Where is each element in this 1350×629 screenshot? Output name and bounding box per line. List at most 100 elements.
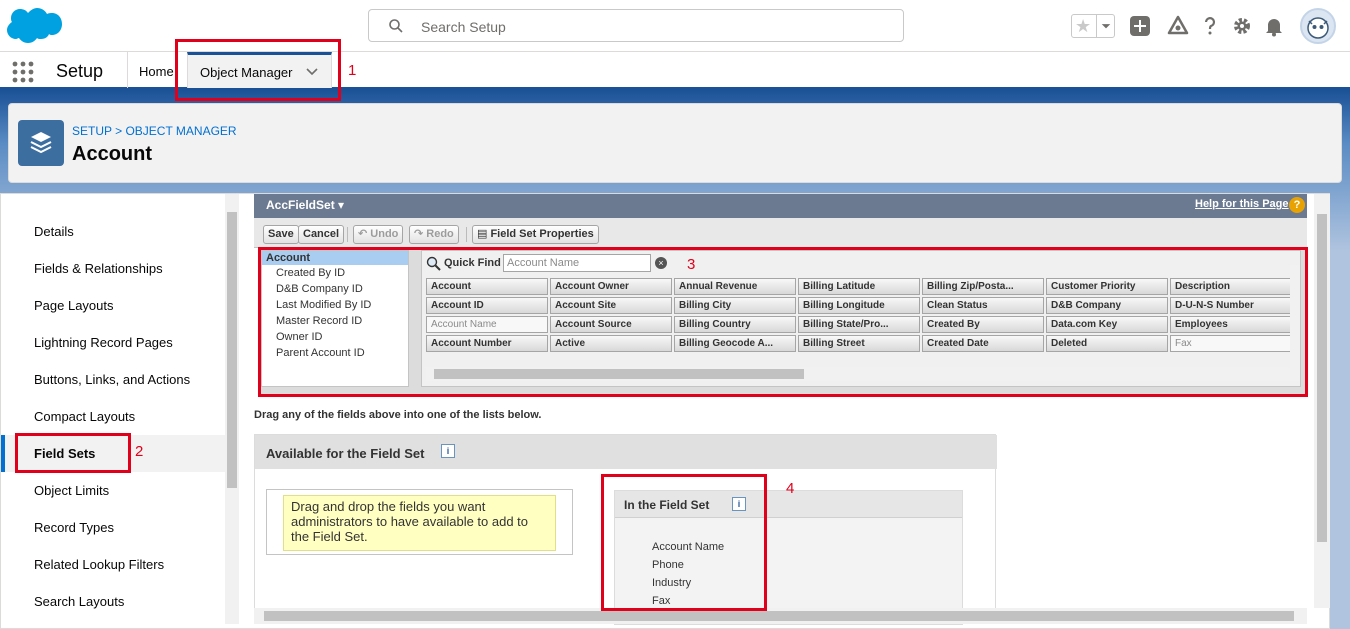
avatar[interactable] bbox=[1300, 8, 1336, 44]
field-grid-button[interactable]: Billing Zip/Posta... bbox=[922, 278, 1044, 295]
sidebar-item-search-layouts[interactable]: Search Layouts bbox=[1, 583, 225, 620]
tree-root-account[interactable]: Account bbox=[262, 251, 408, 265]
field-grid-button[interactable]: Billing Street bbox=[798, 335, 920, 352]
sidebar-item-buttons-links-actions[interactable]: Buttons, Links, and Actions bbox=[1, 361, 225, 398]
help-link[interactable]: Help for this Page bbox=[1195, 198, 1289, 210]
field-set-item[interactable]: Phone bbox=[652, 559, 684, 571]
gear-icon[interactable] bbox=[1231, 15, 1253, 37]
field-grid-button[interactable]: Billing Country bbox=[674, 316, 796, 333]
field-set-title-bar: AccFieldSet ▾ Help for this Page ? bbox=[254, 194, 1307, 218]
astro-avatar-icon bbox=[1307, 17, 1329, 39]
field-grid-button[interactable]: Employees bbox=[1170, 316, 1292, 333]
field-grid-button[interactable]: Account Number bbox=[426, 335, 548, 352]
tree-item[interactable]: D&B Company ID bbox=[262, 281, 408, 297]
tree-item[interactable]: Owner ID bbox=[262, 329, 408, 345]
redo-button[interactable]: ↷ Redo bbox=[409, 225, 459, 244]
content-horizontal-scrollbar[interactable] bbox=[254, 608, 1307, 624]
tree-item[interactable]: Created By ID bbox=[262, 265, 408, 281]
field-grid-button[interactable]: Clean Status bbox=[922, 297, 1044, 314]
help-question-icon[interactable]: ? bbox=[1289, 197, 1305, 213]
sidebar-item-lightning-record-pages[interactable]: Lightning Record Pages bbox=[1, 324, 225, 361]
info-icon[interactable]: i bbox=[732, 497, 746, 511]
field-grid-button[interactable]: Data.com Key bbox=[1046, 316, 1168, 333]
trailhead-icon[interactable] bbox=[1167, 15, 1189, 37]
nav-object-manager-tab[interactable]: Object Manager bbox=[187, 52, 332, 88]
nav-home-tab[interactable]: Home bbox=[139, 64, 174, 79]
tree-item[interactable]: Last Modified By ID bbox=[262, 297, 408, 313]
breadcrumb[interactable]: SETUP > OBJECT MANAGER bbox=[72, 124, 237, 138]
field-grid-button[interactable]: Created Date bbox=[922, 335, 1044, 352]
field-set-toolbar: Save Cancel ↶ Undo ↷ Redo ▤ Field Set Pr… bbox=[254, 218, 1307, 248]
field-grid-button[interactable]: Created By bbox=[922, 316, 1044, 333]
in-field-set-panel[interactable]: In the Field Set i Account Name Phone In… bbox=[614, 490, 963, 625]
field-grid-button[interactable]: Active bbox=[550, 335, 672, 352]
field-set-name[interactable]: AccFieldSet ▾ bbox=[266, 198, 344, 212]
save-button[interactable]: Save bbox=[263, 225, 299, 244]
chevron-down-icon[interactable] bbox=[1096, 15, 1115, 37]
sidebar-item-fields-relationships[interactable]: Fields & Relationships bbox=[1, 250, 225, 287]
in-field-set-title: In the Field Set bbox=[624, 498, 710, 512]
sidebar-scrollbar[interactable] bbox=[225, 194, 239, 624]
object-tree: Account Created By ID D&B Company ID Las… bbox=[261, 250, 409, 387]
tree-item[interactable]: Master Record ID bbox=[262, 313, 408, 329]
sidebar-item-details[interactable]: Details bbox=[1, 213, 225, 250]
field-grid-button[interactable]: Customer Priority bbox=[1046, 278, 1168, 295]
sidebar-item-related-lookup-filters[interactable]: Related Lookup Filters bbox=[1, 546, 225, 583]
scrollbar-thumb[interactable] bbox=[434, 369, 804, 379]
annotation-label-3: 3 bbox=[687, 256, 696, 273]
field-grid-button[interactable]: D&B Company bbox=[1046, 297, 1168, 314]
sidebar-item-record-types[interactable]: Record Types bbox=[1, 509, 225, 546]
favorites-button[interactable]: ★ bbox=[1071, 14, 1115, 38]
clear-icon[interactable]: × bbox=[655, 257, 667, 269]
field-set-name-text: AccFieldSet bbox=[266, 198, 335, 212]
tree-item[interactable]: Parent Account ID bbox=[262, 345, 408, 361]
field-grid-button[interactable]: Deleted bbox=[1046, 335, 1168, 352]
field-grid-button[interactable]: Account Name bbox=[426, 316, 548, 333]
field-grid-button[interactable]: Account Site bbox=[550, 297, 672, 314]
field-grid-button[interactable]: Annual Revenue bbox=[674, 278, 796, 295]
grid-vertical-scrollbar[interactable] bbox=[1290, 265, 1300, 367]
salesforce-logo[interactable] bbox=[6, 6, 62, 46]
field-grid-button[interactable]: Billing State/Pro... bbox=[798, 316, 920, 333]
page-header: SETUP > OBJECT MANAGER Account bbox=[8, 103, 1342, 183]
scrollbar-thumb[interactable] bbox=[1317, 214, 1327, 542]
scrollbar-thumb[interactable] bbox=[227, 212, 237, 488]
quick-find-input[interactable]: Account Name bbox=[503, 254, 651, 272]
search-setup-input[interactable]: Search Setup bbox=[368, 9, 904, 42]
available-drop-zone[interactable]: Drag and drop the fields you want admini… bbox=[266, 489, 573, 555]
help-icon[interactable] bbox=[1199, 15, 1221, 37]
nav-divider bbox=[127, 52, 128, 88]
field-grid-button[interactable]: Billing Longitude bbox=[798, 297, 920, 314]
field-grid-button[interactable]: Description bbox=[1170, 278, 1292, 295]
search-placeholder: Search Setup bbox=[421, 19, 506, 35]
field-grid-button[interactable]: Fax bbox=[1170, 335, 1292, 352]
sidebar-item-object-limits[interactable]: Object Limits bbox=[1, 472, 225, 509]
toolbar-divider bbox=[466, 227, 467, 242]
field-grid-button[interactable]: Billing Geocode A... bbox=[674, 335, 796, 352]
undo-button[interactable]: ↶ Undo bbox=[353, 225, 404, 244]
field-set-item[interactable]: Fax bbox=[652, 595, 670, 607]
field-grid-button[interactable]: Billing City bbox=[674, 297, 796, 314]
field-set-properties-button[interactable]: ▤ Field Set Properties bbox=[472, 225, 599, 244]
layers-icon bbox=[30, 132, 52, 154]
field-grid-button[interactable]: Billing Latitude bbox=[798, 278, 920, 295]
sidebar-item-compact-layouts[interactable]: Compact Layouts bbox=[1, 398, 225, 435]
add-icon[interactable] bbox=[1129, 15, 1151, 37]
info-icon[interactable]: i bbox=[441, 444, 455, 458]
content-vertical-scrollbar[interactable] bbox=[1314, 194, 1330, 608]
app-launcher-icon[interactable] bbox=[12, 61, 34, 83]
field-grid-button[interactable]: Account ID bbox=[426, 297, 548, 314]
cancel-button[interactable]: Cancel bbox=[298, 225, 345, 244]
field-grid-button[interactable]: Account Source bbox=[550, 316, 672, 333]
grid-horizontal-scrollbar[interactable] bbox=[426, 367, 1300, 381]
field-set-item[interactable]: Account Name bbox=[652, 541, 724, 553]
field-grid-button[interactable]: D-U-N-S Number bbox=[1170, 297, 1292, 314]
field-grid-button[interactable]: Account Owner bbox=[550, 278, 672, 295]
chevron-down-icon[interactable] bbox=[306, 68, 318, 76]
sidebar-item-page-layouts[interactable]: Page Layouts bbox=[1, 287, 225, 324]
sidebar-item-field-sets[interactable]: Field Sets bbox=[1, 435, 225, 472]
field-set-item[interactable]: Industry bbox=[652, 577, 691, 589]
field-grid-button[interactable]: Account bbox=[426, 278, 548, 295]
bell-icon[interactable] bbox=[1263, 15, 1285, 37]
scrollbar-thumb[interactable] bbox=[264, 611, 1294, 621]
